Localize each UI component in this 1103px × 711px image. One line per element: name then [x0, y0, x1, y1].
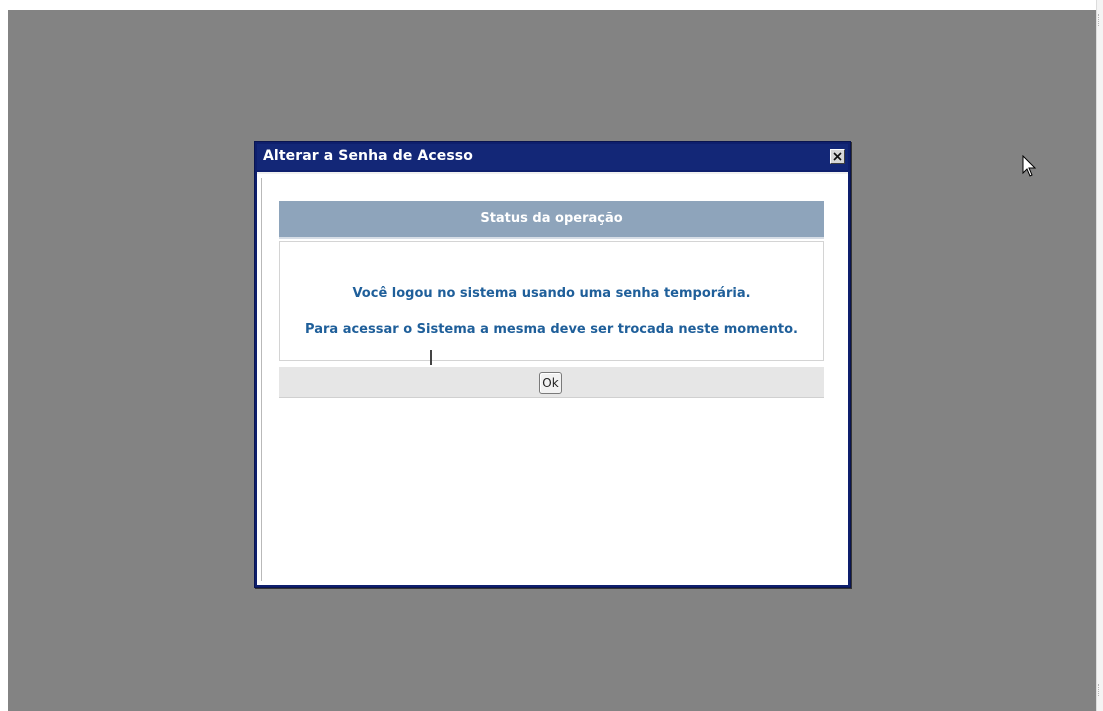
status-header: Status da operação [279, 201, 824, 239]
text-cursor [430, 350, 432, 365]
status-message-box: Você logou no sistema usando uma senha t… [279, 241, 824, 365]
status-message-line-1: Você logou no sistema usando uma senha t… [352, 286, 751, 301]
ok-button[interactable]: Ok [539, 372, 562, 394]
dialog-titlebar[interactable]: Alterar a Senha de Acesso [257, 144, 848, 170]
browser-scrollbar[interactable] [1096, 0, 1103, 711]
page-left-margin [0, 0, 8, 711]
dialog-content-inner: Status da operação Você logou no sistema… [261, 178, 845, 581]
page-top-margin [0, 0, 1103, 10]
dialog-title: Alterar a Senha de Acesso [263, 148, 473, 164]
scrollbar-top-mark [1098, 14, 1103, 26]
scrollbar-bottom-mark [1098, 684, 1103, 696]
close-icon[interactable] [830, 149, 845, 164]
dialog-content: Status da operação Você logou no sistema… [257, 172, 848, 585]
change-password-dialog: Alterar a Senha de Acesso Status da oper… [254, 141, 851, 588]
status-message-line-2: Para acessar o Sistema a mesma deve ser … [305, 322, 798, 337]
mouse-pointer-icon [1022, 154, 1038, 179]
dialog-button-bar: Ok [279, 367, 824, 398]
